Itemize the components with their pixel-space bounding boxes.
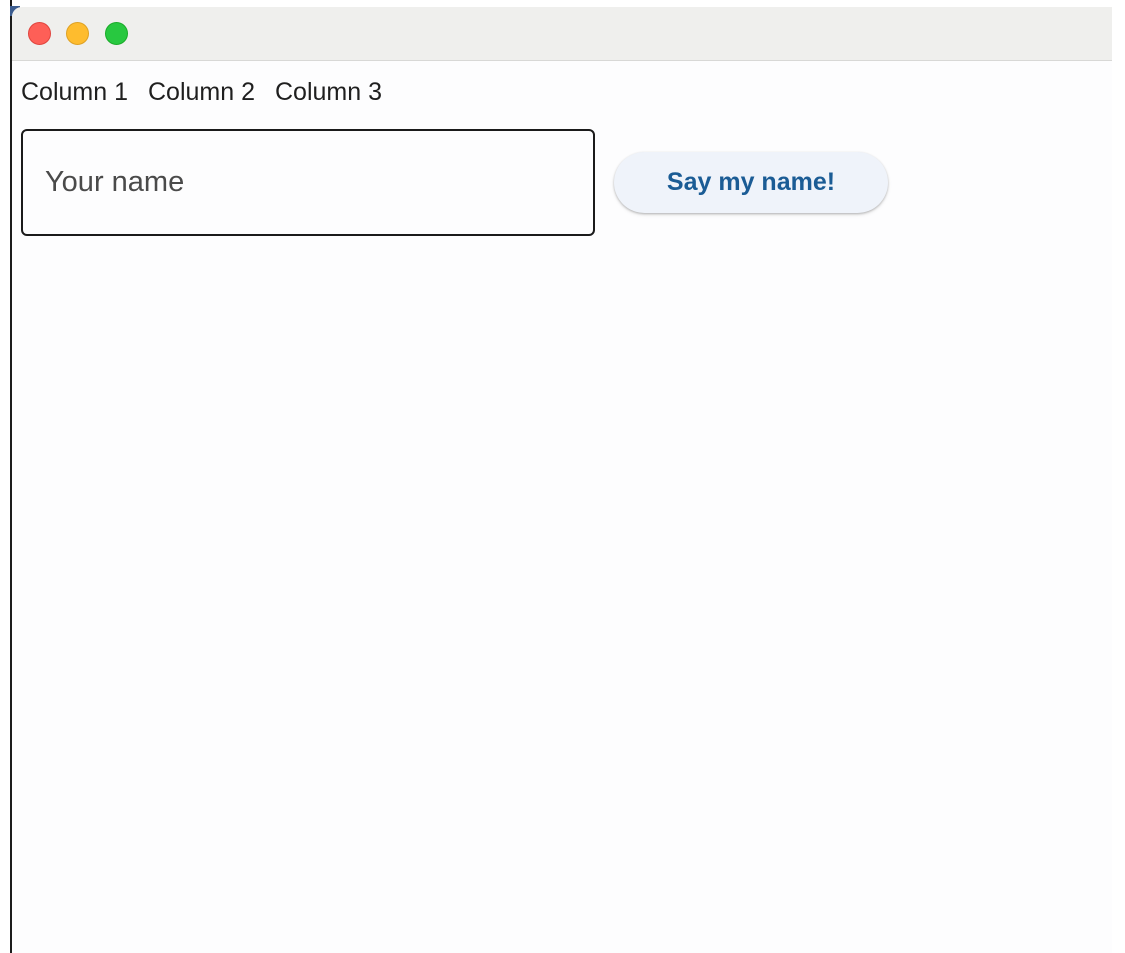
zoom-window-button[interactable]: [105, 22, 128, 45]
close-window-button[interactable]: [28, 22, 51, 45]
column-labels-row: Column 1 Column 2 Column 3: [21, 76, 382, 108]
say-my-name-button[interactable]: Say my name!: [614, 152, 888, 213]
name-input[interactable]: [23, 131, 593, 234]
column-3-label: Column 3: [275, 77, 382, 106]
minimize-window-button[interactable]: [66, 22, 89, 45]
desktop-edge: [0, 0, 20, 953]
name-field: [21, 129, 595, 236]
title-bar: [12, 7, 1112, 61]
column-2-label: Column 2: [148, 77, 255, 106]
column-1-label: Column 1: [21, 77, 128, 106]
